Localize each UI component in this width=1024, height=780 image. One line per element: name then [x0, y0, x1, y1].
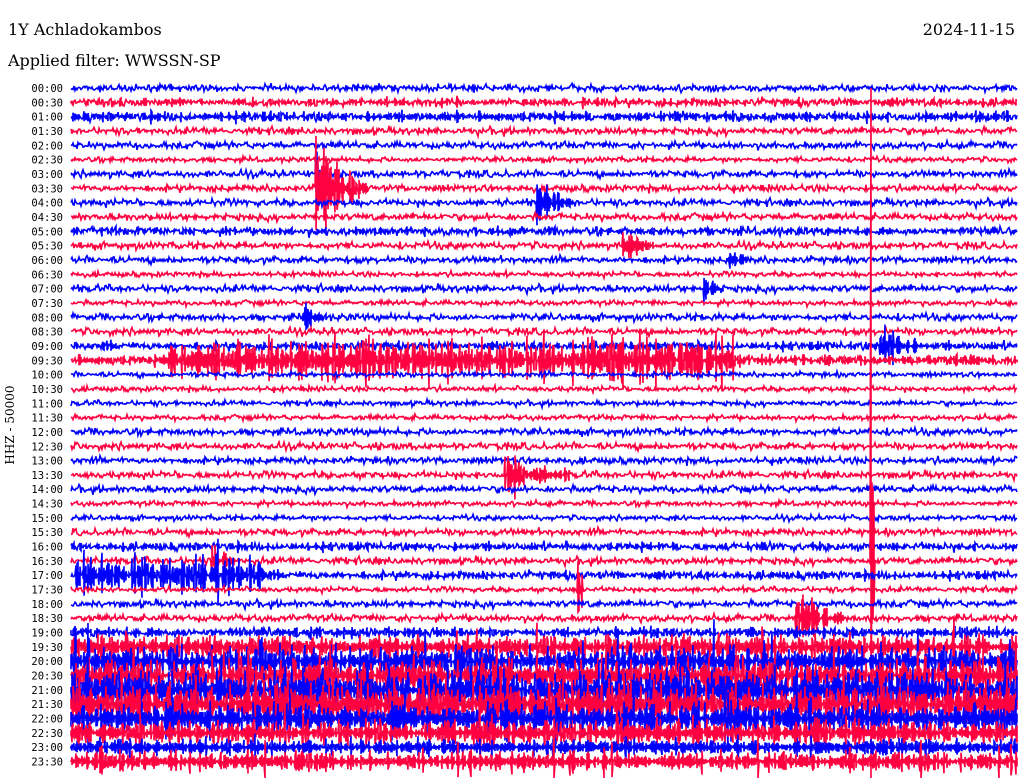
- helicorder-plot: 00:00 00:30 01:00 01:30 02:00 02:30 03:00 03:30…: [31, 81, 1018, 779]
- row-time-label: 11:30: [31, 413, 63, 425]
- row-time-label: 01:30: [31, 126, 63, 138]
- row-time-label: 05:00: [31, 226, 63, 238]
- trace-row: [70, 411, 1018, 425]
- row-time-label: 16:00: [31, 542, 63, 554]
- trace-row: [70, 223, 1018, 240]
- trace-row: [70, 497, 1018, 511]
- row-time-label: 03:00: [31, 169, 63, 181]
- row-time-label: 15:30: [31, 527, 63, 539]
- trace-row: [70, 252, 1018, 269]
- row-time-label: 19:00: [31, 628, 63, 640]
- trace-row: [70, 232, 1018, 259]
- row-time-label: 20:30: [31, 671, 63, 683]
- row-time-label: 14:00: [31, 484, 63, 496]
- trace-row: [70, 267, 1018, 281]
- row-time-label: 10:00: [31, 370, 63, 382]
- trace-row: [70, 137, 1018, 153]
- trace-row: [70, 524, 1018, 540]
- trace-row: [70, 296, 1018, 310]
- trace-row: [70, 94, 1018, 110]
- row-time-label: 17:00: [31, 570, 63, 582]
- row-time-label: 17:30: [31, 585, 63, 597]
- row-time-label: 01:00: [31, 112, 63, 124]
- row-time-label: 00:00: [31, 83, 63, 95]
- row-time-label: 13:00: [31, 456, 63, 468]
- row-time-label: 19:30: [31, 642, 63, 654]
- trace-row: [70, 455, 1018, 500]
- trace-row: [70, 81, 1018, 96]
- row-time-label: 04:30: [31, 212, 63, 224]
- trace-row: [70, 511, 1018, 525]
- row-time-label: 23:00: [31, 742, 63, 754]
- row-time-label: 11:00: [31, 398, 63, 410]
- row-time-label: 03:30: [31, 183, 63, 195]
- trace-row: [70, 107, 1018, 125]
- trace-row: [70, 424, 1018, 440]
- row-time-label: 18:30: [31, 613, 63, 625]
- row-time-label: 21:00: [31, 685, 63, 697]
- row-time-label: 20:00: [31, 656, 63, 668]
- row-time-label: 22:00: [31, 714, 63, 726]
- row-time-label: 10:30: [31, 384, 63, 396]
- row-time-label: 04:00: [31, 198, 63, 210]
- row-time-label: 05:30: [31, 241, 63, 253]
- row-time-label: 07:00: [31, 284, 63, 296]
- row-time-label: 22:30: [31, 728, 63, 740]
- row-time-label: 07:30: [31, 298, 63, 310]
- row-time-label: 09:00: [31, 341, 63, 353]
- row-time-label: 18:00: [31, 599, 63, 611]
- trace-row: [70, 153, 1018, 166]
- row-time-label: 13:30: [31, 470, 63, 482]
- row-time-label: 08:30: [31, 327, 63, 339]
- trace-row: [70, 382, 1018, 396]
- row-time-label: 02:00: [31, 140, 63, 152]
- row-time-label: 12:00: [31, 427, 63, 439]
- trace-row: [70, 453, 1018, 468]
- trace-row: [70, 439, 1018, 454]
- row-time-label: 23:30: [31, 757, 63, 769]
- row-time-label: 06:30: [31, 269, 63, 281]
- row-time-label: 06:00: [31, 255, 63, 267]
- row-time-label: 02:30: [31, 155, 63, 167]
- row-time-label: 00:30: [31, 97, 63, 109]
- trace-row: [70, 482, 1018, 497]
- trace-row: [71, 210, 1018, 225]
- trace-row: [70, 396, 1018, 411]
- row-time-label: 21:30: [31, 699, 63, 711]
- row-time-label: 15:00: [31, 513, 63, 525]
- trace-row: [70, 329, 1018, 392]
- row-time-label: 14:30: [31, 499, 63, 511]
- row-time-label: 08:00: [31, 312, 63, 324]
- trace-row: [70, 596, 1018, 613]
- row-time-label: 16:30: [31, 556, 63, 568]
- trace-row: [70, 277, 1018, 302]
- trace-row: [70, 123, 1018, 140]
- row-time-label: 12:30: [31, 441, 63, 453]
- row-time-label: 09:30: [31, 355, 63, 367]
